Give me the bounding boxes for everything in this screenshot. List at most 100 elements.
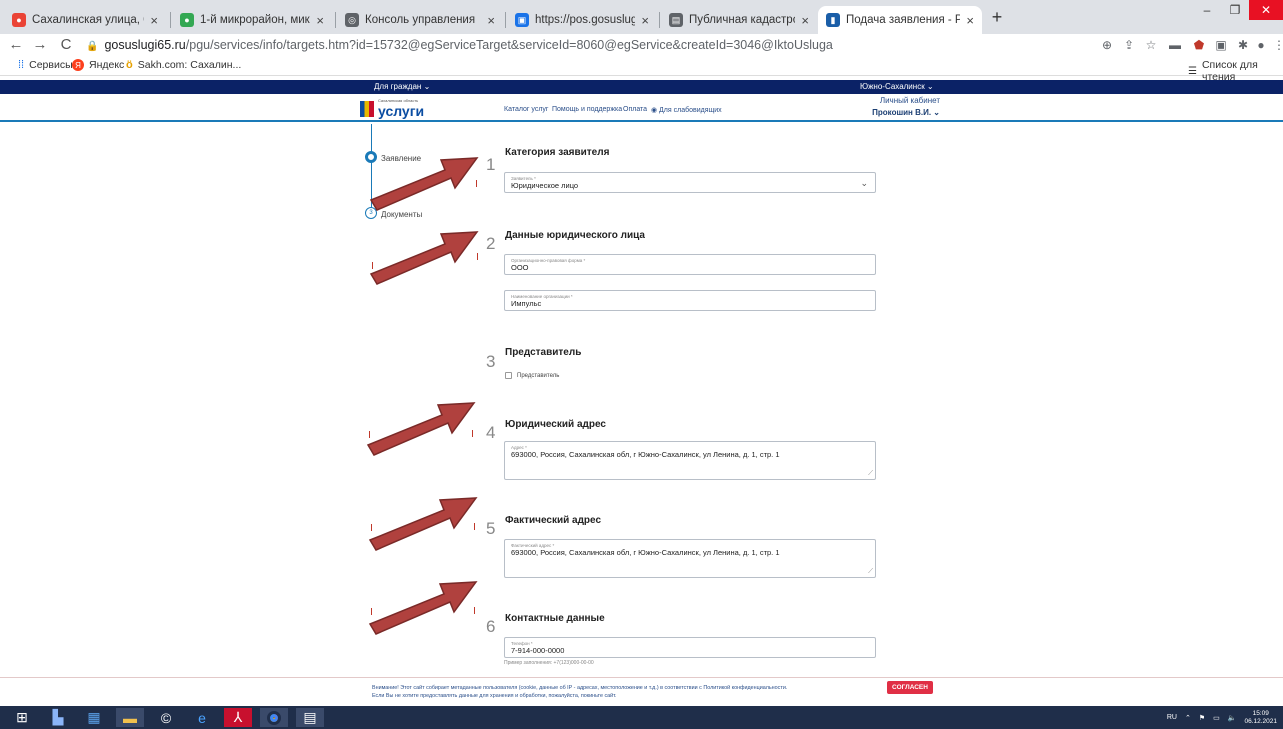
tab-label: https://pos.gosuslugi.ru/backoffi [535,14,636,26]
windows-start-icon[interactable]: ⊞ [8,708,36,727]
site-logo[interactable]: Сахалинская область услуги [360,98,425,119]
back-button[interactable]: ← [6,34,26,56]
tab-label: Подача заявления - Региональ [846,14,961,26]
star-icon[interactable]: ☆ [1142,36,1160,54]
bookmark-yandex[interactable]: Я Яндекс [72,59,124,71]
logo-text: услуги [378,102,425,119]
mail-extension-icon[interactable]: ▣ [1212,36,1230,54]
internet-explorer-icon[interactable]: e [188,708,216,727]
reload-button[interactable]: C [56,34,76,56]
resize-grip-icon[interactable]: ⟋ [868,470,873,478]
nav-accessibility[interactable]: ◉ Для слабовидящих [651,106,722,114]
lock-icon: 🔒 [86,41,99,52]
gosuslugi-icon: ▮ [826,13,840,27]
network-icon[interactable]: ▭ [1213,714,1220,722]
url-host: gosuslugi65.ru [104,38,186,52]
agree-button[interactable]: СОГЛАСЕН [887,681,933,694]
address-bar[interactable]: 🔒 gosuslugi65.ru/pgu/services/info/target… [86,35,1086,55]
field-value: Юридическое лицо [511,181,579,190]
tab-separator [335,12,336,28]
bookmark-label: Sakh.com: Сахалин... [137,59,242,71]
extension-icon[interactable]: ▬ [1166,36,1184,54]
city-dropdown[interactable]: Южно-Сахалинск ⌄ [860,82,934,91]
site-top-bar: Для граждан ⌄ Южно-Сахалинск ⌄ [0,80,1283,94]
close-icon[interactable]: × [641,13,649,28]
clock[interactable]: 15:09 06.12.2021 [1244,710,1277,726]
representative-checkbox-label[interactable]: Представитель [517,373,559,379]
language-indicator[interactable]: RU [1167,714,1177,721]
annotation-arrow-icon [369,231,479,285]
chevron-up-icon[interactable]: ⌃ [1185,714,1191,722]
minimize-button[interactable]: – [1193,0,1221,20]
section-number: 4 [486,423,496,442]
bookmark-label: Сервисы [29,59,73,71]
menu-icon[interactable]: ⋮ [1270,36,1283,54]
phone-field[interactable]: Телефон * 7-914-000-0000 [504,637,876,658]
shield-extension-icon[interactable]: ⬟ [1190,36,1208,54]
applicant-select[interactable]: Заявитель * Юридическое лицо ⌄ [504,172,876,193]
browser-tab-3[interactable]: ◎ Консоль управления × [337,6,503,34]
puzzle-icon[interactable]: ✱ [1234,36,1252,54]
representative-checkbox[interactable] [505,372,512,379]
apps-grid-icon: ⁞⁞ [18,59,25,71]
nav-payment[interactable]: Оплата [623,106,647,113]
browser-tab-5[interactable]: ▤ Публичная кадастровая карта - × [661,6,817,34]
close-icon[interactable]: × [801,13,809,28]
field-value: ООО [511,263,529,272]
flag-icon[interactable]: ⚑ [1199,714,1205,722]
citizens-dropdown[interactable]: Для граждан ⌄ [374,82,430,91]
browser-tab-1[interactable]: ● Сахалинская улица, 6 — Яндек × [4,6,166,34]
field-value: 693000, Россия, Сахалинская обл, г Южно-… [511,548,780,557]
profile-icon[interactable]: ● [1252,36,1270,54]
window-close-button[interactable]: ✕ [1249,0,1283,20]
browser-tab-2[interactable]: ● 1-й микрорайон, микрорайон × [172,6,332,34]
control-panel-icon[interactable]: ▦ [80,708,108,727]
file-manager-icon[interactable]: ▙ [44,708,72,727]
notepad-icon[interactable]: ▤ [296,708,324,727]
browser-tab-4[interactable]: ▣ https://pos.gosuslugi.ru/backoffi × [507,6,657,34]
chrome-icon[interactable] [260,708,288,727]
document-icon: ▤ [669,13,683,27]
reading-list-icon: ☰ [1188,65,1197,77]
browser-tab-active[interactable]: ▮ Подача заявления - Региональ × [818,6,982,34]
explorer-folder-icon[interactable]: ▬ [116,708,144,727]
acrobat-icon[interactable]: ⅄ [224,708,252,727]
bookmark-label: Яндекс [89,59,125,71]
close-icon[interactable]: × [150,13,158,28]
volume-icon[interactable]: 🔈 [1228,714,1237,722]
annotation-arrow-icon [369,157,479,211]
close-icon[interactable]: × [316,13,324,28]
forward-button[interactable]: → [30,34,50,56]
legal-address-field[interactable]: Адрес * 693000, Россия, Сахалинская обл,… [504,441,876,480]
close-icon[interactable]: × [966,13,974,28]
tab-separator [505,12,506,28]
bookmark-services[interactable]: ⁞⁞ Сервисы [18,59,73,71]
app-c-icon[interactable]: © [152,708,180,727]
user-menu[interactable]: Прокошин В.И. ⌄ [842,108,940,117]
nav-help[interactable]: Помощь и поддержка [552,106,622,113]
chevron-down-icon: ⌄ [860,178,868,188]
section-number: 2 [486,234,496,253]
share-icon[interactable]: ⇪ [1120,36,1138,54]
nav-catalog[interactable]: Каталог услуг [504,106,548,113]
map-pin-icon: ● [180,13,194,27]
org-name-field[interactable]: Наименование организации * Импульс [504,290,876,311]
tab-label: Сахалинская улица, 6 — Яндек [32,14,144,26]
zoom-icon[interactable]: ⊕ [1098,36,1116,54]
restore-button[interactable]: ❐ [1221,0,1249,20]
annotation-arrow-icon [368,581,478,635]
bookmarks-bar: ⁞⁞ Сервисы Я Яндекс ö Sakh.com: Сахалин... … [0,56,1283,83]
personal-cabinet-link[interactable]: Личный кабинет [866,96,940,105]
org-form-field[interactable]: Организационно-правовая форма * ООО [504,254,876,275]
bookmark-sakh[interactable]: ö Sakh.com: Сахалин... [126,59,241,71]
tab-separator [659,12,660,28]
actual-address-field[interactable]: Фактический адрес * 693000, Россия, Саха… [504,539,876,578]
resize-grip-icon[interactable]: ⟋ [868,568,873,576]
new-tab-button[interactable]: + [986,6,1008,28]
section-title-contacts: Контактные данные [505,613,605,624]
yandex-icon: Я [72,59,84,71]
browser-toolbar: ← → C 🔒 gosuslugi65.ru/pgu/services/info/… [0,34,1283,56]
cookie-text: Внимание! Этот сайт собирает метаданные … [372,684,882,700]
map-pin-icon: ● [12,13,26,27]
close-icon[interactable]: × [487,13,495,28]
